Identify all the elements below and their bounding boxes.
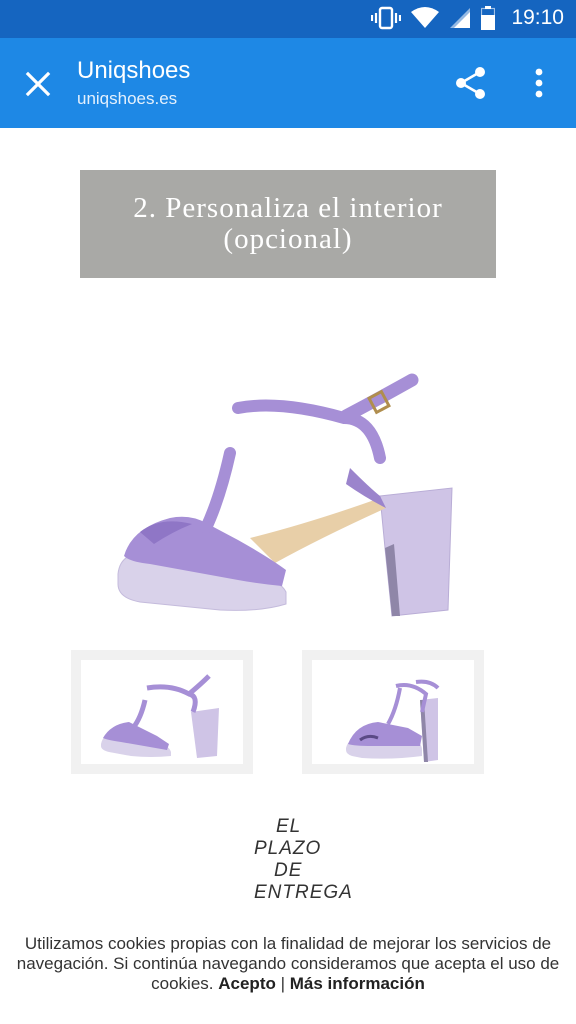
site-title: Uniqshoes [77, 57, 191, 84]
page-content: 2. Personaliza el interior (opcional) EL… [0, 128, 576, 1024]
vibrate-icon [371, 6, 402, 30]
wifi-icon [411, 7, 440, 28]
share-button[interactable] [450, 62, 492, 104]
close-button[interactable] [18, 64, 58, 104]
share-icon [456, 67, 485, 99]
status-time: 19:10 [511, 6, 564, 29]
battery-icon [481, 6, 496, 30]
plazo-line-2: PLAZO [254, 838, 322, 859]
thumbnail-front[interactable] [71, 650, 253, 774]
plazo-line-4: ENTREGA [254, 882, 353, 903]
cookie-separator: | [280, 974, 286, 993]
more-vert-icon [535, 68, 543, 98]
plazo-line-1: EL [276, 816, 302, 837]
signal-icon [450, 8, 471, 28]
accept-cookies-link[interactable]: Acepto [218, 974, 276, 993]
shoe-thumbnail-1 [101, 674, 219, 758]
status-icons: 19:10 [371, 6, 564, 30]
close-icon [25, 71, 51, 97]
section-heading: 2. Personaliza el interior (opcional) [80, 170, 496, 278]
site-url: uniqshoes.es [77, 89, 178, 108]
more-info-link[interactable]: Más información [290, 974, 425, 993]
title-block: Uniqshoes uniqshoes.es [77, 57, 190, 111]
heading-line-1: 2. Personaliza el interior [133, 192, 443, 224]
thumbnail-side[interactable] [302, 650, 484, 774]
more-options-button[interactable] [520, 62, 558, 104]
shoe-main-image [117, 373, 453, 617]
cookie-banner: Utilizamos cookies propias con la finali… [0, 932, 576, 1024]
delivery-time-label: EL PLAZO DE ENTREGA [254, 816, 353, 904]
cookie-text: Utilizamos cookies propias con la finali… [16, 934, 560, 993]
plazo-line-3: DE [274, 860, 303, 881]
heading-line-2: (opcional) [223, 223, 353, 255]
status-bar: 19:10 [0, 0, 576, 38]
browser-toolbar: Uniqshoes uniqshoes.es [0, 38, 576, 128]
shoe-thumbnail-2 [346, 679, 440, 762]
